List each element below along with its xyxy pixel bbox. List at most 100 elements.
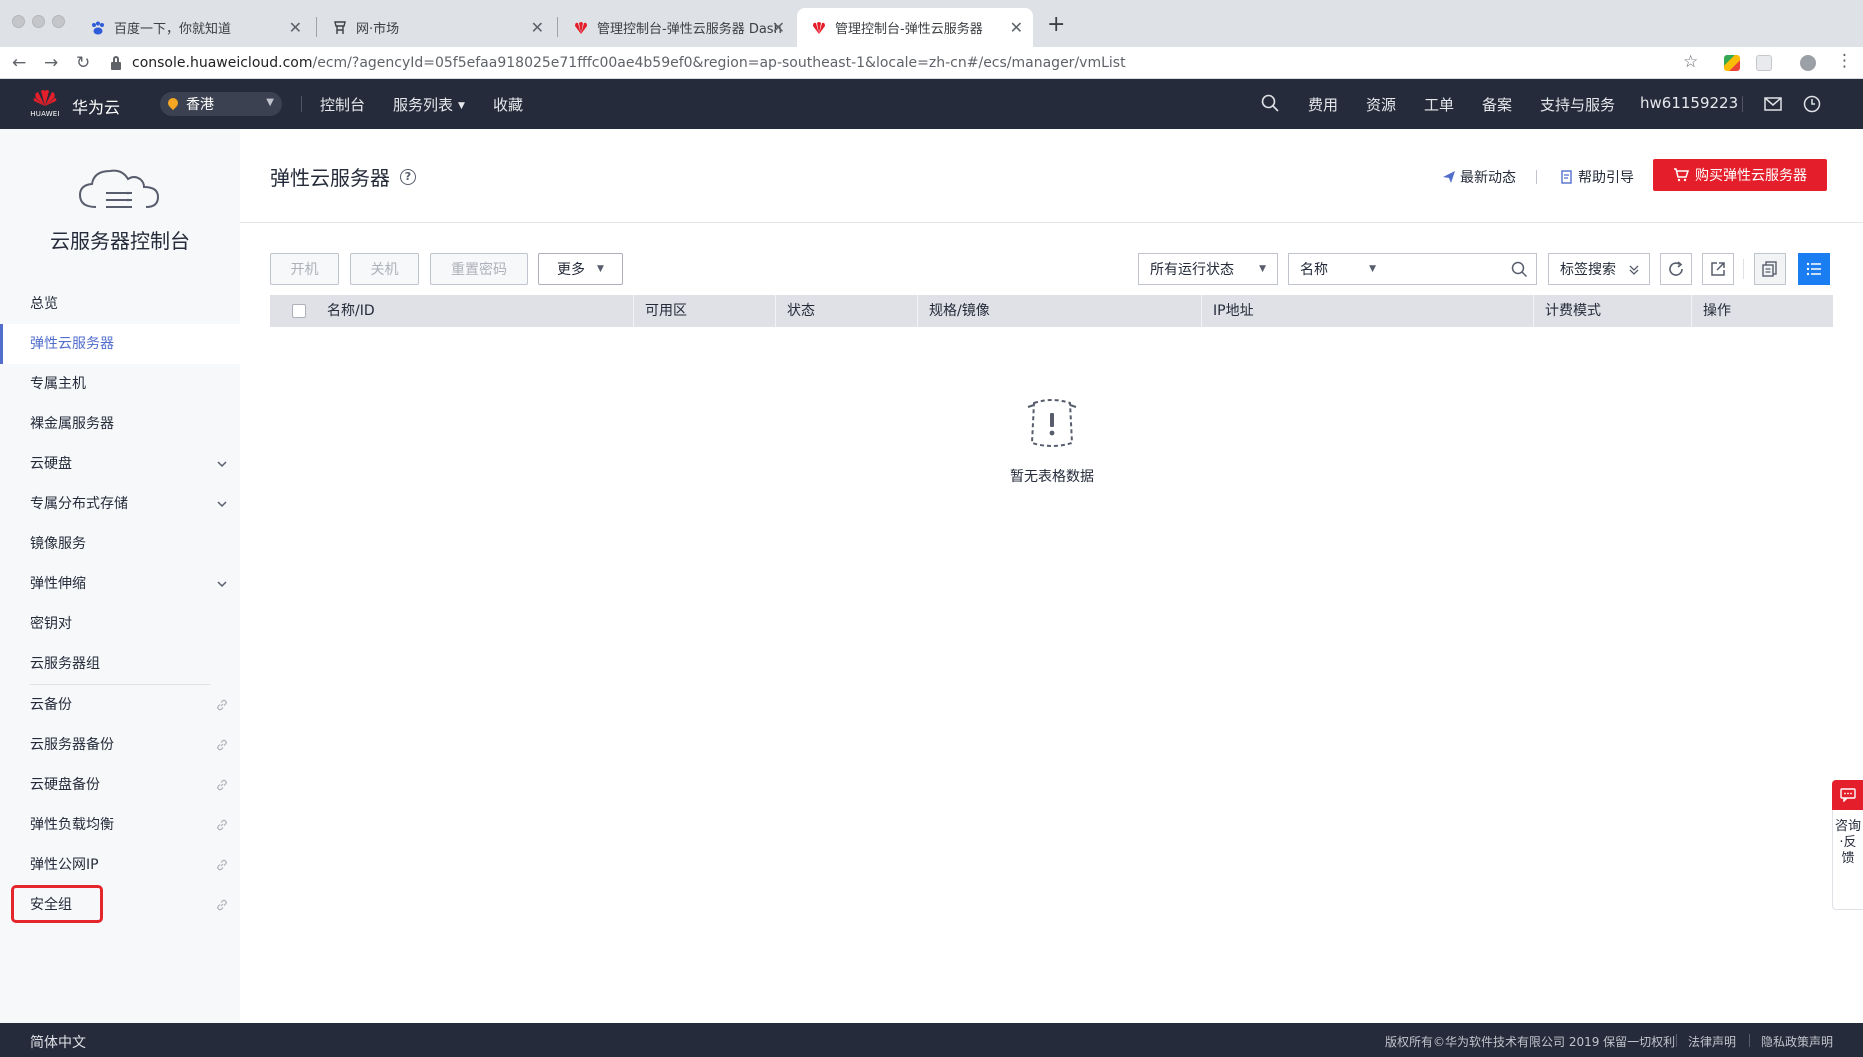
tab-title: 管理控制台-弹性云服务器 Dashboard (597, 22, 781, 37)
tab-title: 百度一下，你就知道 (114, 22, 232, 37)
browser-tab-market[interactable]: 网·市场 ✕ (318, 8, 554, 47)
nav-resources[interactable]: 资源 (1366, 94, 1396, 115)
latest-news-link[interactable]: 最新动态 (1442, 167, 1516, 187)
sidebar-item-bare-metal[interactable]: 裸金属服务器 (0, 404, 240, 444)
column-header-flavor[interactable]: 规格/镜像 (917, 295, 990, 327)
mail-icon[interactable] (1763, 94, 1783, 114)
column-header-status[interactable]: 状态 (775, 295, 815, 327)
sidebar-item-csbs[interactable]: 云服务器备份 (0, 725, 240, 765)
search-icon[interactable] (1511, 261, 1528, 278)
window-close-button[interactable] (12, 15, 25, 28)
clock-icon[interactable] (1802, 94, 1822, 114)
sidebar-item-ecs[interactable]: 弹性云服务器 (0, 324, 240, 364)
nav-favorites[interactable]: 收藏 (493, 94, 523, 115)
export-icon (1711, 262, 1725, 276)
legal-link[interactable]: 法律声明 (1688, 1033, 1736, 1050)
search-field-select[interactable]: 名称 ▼ (1288, 253, 1388, 285)
nav-tickets[interactable]: 工单 (1424, 94, 1454, 115)
browser-menu-icon[interactable]: ⋮ (1836, 51, 1853, 71)
more-button[interactable]: 更多 ▼ (538, 253, 623, 285)
location-pin-icon (168, 98, 178, 111)
extension-icon[interactable] (1724, 55, 1740, 71)
empty-table-text: 暂无表格数据 (1010, 469, 1094, 485)
huawei-tab-icon (813, 22, 825, 34)
search-input[interactable] (1391, 254, 1511, 284)
region-selector[interactable]: 香港 ▼ (160, 92, 282, 116)
column-header-billing[interactable]: 计费模式 (1533, 295, 1601, 327)
select-all-checkbox[interactable] (292, 304, 306, 318)
buy-ecs-label: 购买弹性云服务器 (1695, 168, 1807, 184)
external-link-icon (217, 779, 227, 791)
sidebar-item-elb[interactable]: 弹性负载均衡 (0, 805, 240, 845)
new-tab-icon[interactable]: + (1047, 12, 1065, 37)
language-selector[interactable]: 简体中文 (30, 1032, 86, 1052)
tag-search-label: 标签搜索 (1560, 262, 1616, 278)
privacy-link[interactable]: 隐私政策声明 (1761, 1033, 1833, 1050)
sidebar-item-vbs[interactable]: 云硬盘备份 (0, 765, 240, 805)
sidebar-item-label: 密钥对 (30, 616, 72, 632)
sidebar-item-dedicated-host[interactable]: 专属主机 (0, 364, 240, 404)
external-link-icon (217, 699, 227, 711)
nav-console[interactable]: 控制台 (320, 94, 365, 115)
status-filter-select[interactable]: 所有运行状态 ▼ (1138, 253, 1278, 285)
start-button[interactable]: 开机 (270, 253, 339, 285)
sidebar-item-label: 云硬盘备份 (30, 777, 100, 793)
tab-close-icon[interactable]: ✕ (1010, 18, 1023, 37)
sidebar-item-server-group[interactable]: 云服务器组 (0, 644, 240, 684)
column-header-ip[interactable]: IP地址 (1201, 295, 1254, 327)
url-field[interactable]: console.huaweicloud.com/ecm/?agencyId=05… (110, 50, 1710, 76)
caret-down-icon: ▼ (266, 97, 274, 108)
huawei-logo[interactable]: HUAWEI (30, 87, 60, 121)
browser-tab-ecs[interactable]: 管理控制台-弹性云服务器 ✕ (797, 8, 1033, 47)
tab-close-icon[interactable]: ✕ (289, 18, 302, 37)
card-view-button[interactable] (1754, 253, 1786, 285)
sidebar-item-overview[interactable]: 总览 (0, 284, 240, 324)
browser-tab-baidu[interactable]: 百度一下，你就知道 ✕ (76, 8, 312, 47)
sidebar-item-cbr[interactable]: 云备份 (0, 685, 240, 725)
sidebar-item-label: 云备份 (30, 697, 72, 713)
caret-down-icon: ▼ (458, 101, 465, 111)
latest-news-label: 最新动态 (1460, 170, 1516, 186)
profile-avatar-icon[interactable] (1800, 55, 1816, 71)
sidebar-item-eip[interactable]: 弹性公网IP (0, 845, 240, 885)
column-header-name[interactable]: 名称/ID (315, 295, 375, 327)
external-link-icon (217, 899, 227, 911)
export-button[interactable] (1702, 253, 1734, 285)
reload-icon[interactable]: ↻ (76, 53, 90, 73)
stop-button[interactable]: 关机 (350, 253, 419, 285)
sidebar-item-evs[interactable]: 云硬盘 (0, 444, 240, 484)
window-minimize-button[interactable] (32, 15, 45, 28)
sidebar-item-label: 弹性负载均衡 (30, 817, 114, 833)
search-icon[interactable] (1260, 93, 1280, 113)
feedback-widget[interactable]: 咨询·反馈 (1832, 780, 1863, 910)
sidebar-item-dss[interactable]: 专属分布式存储 (0, 484, 240, 524)
sidebar-item-key-pair[interactable]: 密钥对 (0, 604, 240, 644)
sidebar-item-ims[interactable]: 镜像服务 (0, 524, 240, 564)
tag-search-button[interactable]: 标签搜索 (1548, 253, 1650, 285)
nav-billing[interactable]: 费用 (1308, 94, 1338, 115)
tab-close-icon[interactable]: ✕ (772, 18, 785, 37)
refresh-button[interactable] (1660, 253, 1692, 285)
column-header-az[interactable]: 可用区 (633, 295, 687, 327)
sidebar-item-label: 总览 (30, 296, 58, 312)
forward-icon[interactable]: → (44, 53, 58, 73)
bookmark-star-icon[interactable]: ☆ (1683, 52, 1698, 72)
buy-ecs-button[interactable]: 购买弹性云服务器 (1653, 159, 1827, 191)
username[interactable]: hw61159223 (1640, 94, 1738, 112)
region-label: 香港 (186, 97, 214, 113)
back-icon[interactable]: ← (12, 53, 26, 73)
list-view-button[interactable] (1798, 253, 1830, 285)
nav-support[interactable]: 支持与服务 (1540, 94, 1615, 115)
help-icon[interactable]: ? (400, 169, 416, 185)
refresh-icon (1669, 261, 1683, 276)
reset-password-button[interactable]: 重置密码 (430, 253, 528, 285)
nav-service-list[interactable]: 服务列表 ▼ (393, 94, 465, 115)
sidebar-item-auto-scaling[interactable]: 弹性伸缩 (0, 564, 240, 604)
window-zoom-button[interactable] (52, 15, 65, 28)
help-guide-link[interactable]: 帮助引导 (1560, 167, 1634, 187)
extension-icon[interactable] (1756, 55, 1772, 71)
browser-tab-dashboard[interactable]: 管理控制台-弹性云服务器 Dashboard ✕ (559, 8, 795, 47)
cart-icon (1674, 168, 1689, 182)
nav-filing[interactable]: 备案 (1482, 94, 1512, 115)
tab-close-icon[interactable]: ✕ (531, 18, 544, 37)
